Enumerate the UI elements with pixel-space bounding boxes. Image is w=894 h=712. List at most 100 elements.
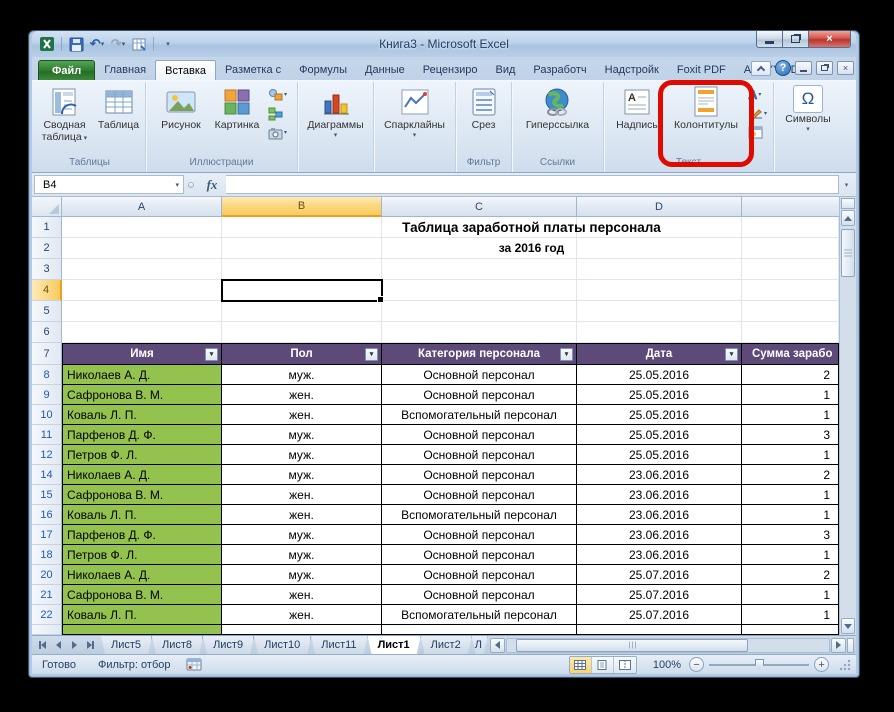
pivot-table-button[interactable]: Сводная таблица xyxy=(36,83,94,157)
row-header[interactable]: 1 xyxy=(32,217,62,238)
cell[interactable] xyxy=(577,280,742,301)
cell-date[interactable]: 25.07.2016 xyxy=(577,585,742,605)
cell-amount[interactable]: 3 xyxy=(742,525,839,545)
cell-gender[interactable]: муж. xyxy=(222,545,382,565)
cell[interactable] xyxy=(62,301,222,322)
cell-date[interactable]: 25.05.2016 xyxy=(577,425,742,445)
cell[interactable] xyxy=(62,238,222,259)
hscroll-left-icon[interactable] xyxy=(490,638,505,653)
undo-icon[interactable]: ↶▾ xyxy=(88,35,106,53)
header-category[interactable]: Категория персонала xyxy=(382,343,577,365)
cell-name[interactable]: Сафронова В. М. xyxy=(62,385,222,405)
picture-button[interactable]: Рисунок xyxy=(154,83,208,157)
cell-amount[interactable]: 1 xyxy=(742,585,839,605)
row-header[interactable]: 6 xyxy=(32,322,62,343)
cell-category[interactable]: Основной персонал xyxy=(382,365,577,385)
vertical-scrollbar[interactable] xyxy=(839,197,856,635)
cell[interactable] xyxy=(577,217,742,238)
filter-dropdown-icon[interactable] xyxy=(725,348,738,361)
cell[interactable] xyxy=(382,280,577,301)
cell[interactable] xyxy=(742,238,839,259)
cell[interactable] xyxy=(742,280,839,301)
cell-category[interactable]: Основной персонал xyxy=(382,585,577,605)
row-header-selected[interactable]: 4 xyxy=(32,280,62,301)
cell-date[interactable]: 23.06.2016 xyxy=(577,545,742,565)
cell[interactable] xyxy=(222,322,382,343)
row-header[interactable]: 12 xyxy=(32,445,62,465)
hyperlink-button[interactable]: Гиперссылка xyxy=(515,83,601,157)
cell-gender[interactable]: жен. xyxy=(222,605,382,625)
cell-name[interactable]: Сафронова В. М. xyxy=(62,485,222,505)
column-header-e[interactable] xyxy=(742,197,839,217)
scroll-down-icon[interactable] xyxy=(841,618,855,634)
cell-gender[interactable]: муж. xyxy=(222,445,382,465)
cell-category[interactable]: Основной персонал xyxy=(382,385,577,405)
cell-name[interactable]: Петров Ф. Л. xyxy=(62,445,222,465)
cell-gender[interactable]: муж. xyxy=(222,425,382,445)
filter-dropdown-icon[interactable] xyxy=(560,348,573,361)
sheet-tab[interactable]: Лист5 xyxy=(101,636,152,654)
tab-file[interactable]: Файл xyxy=(38,60,95,80)
cell-amount[interactable]: 2 xyxy=(742,465,839,485)
header-name[interactable]: Имя xyxy=(62,343,222,365)
wordart-button[interactable]: А▾ xyxy=(748,86,767,103)
cell-category[interactable]: Основной персонал xyxy=(382,565,577,585)
redo-icon[interactable]: ↷▾ xyxy=(109,35,127,53)
cell[interactable] xyxy=(382,238,577,259)
formula-input[interactable] xyxy=(226,175,839,194)
cell[interactable] xyxy=(742,259,839,280)
cell-gender[interactable]: жен. xyxy=(222,405,382,425)
cell-amount[interactable]: 1 xyxy=(742,545,839,565)
name-box-resizer[interactable] xyxy=(184,175,198,194)
cell[interactable] xyxy=(62,217,222,238)
excel-logo-icon[interactable] xyxy=(38,35,56,53)
cell-category[interactable]: Основной персонал xyxy=(382,465,577,485)
sheet-tab[interactable]: Лист11 xyxy=(311,636,367,654)
cell-category[interactable]: Вспомогательный персонал xyxy=(382,605,577,625)
cell[interactable] xyxy=(62,280,222,301)
expand-formula-bar-icon[interactable]: ▾ xyxy=(839,175,854,194)
cell-gender[interactable]: жен. xyxy=(222,505,382,525)
sparklines-button[interactable]: Спарклайны ▾ xyxy=(376,83,454,172)
row-header[interactable]: 7 xyxy=(32,343,62,365)
cell-category[interactable]: Основной персонал xyxy=(382,425,577,445)
tab-home[interactable]: Главная xyxy=(95,60,155,80)
sheet-tab-active[interactable]: Лист1 xyxy=(368,636,421,654)
row-header[interactable]: 8 xyxy=(32,365,62,385)
column-header-a[interactable]: A xyxy=(62,197,222,217)
cell-gender[interactable]: жен. xyxy=(222,485,382,505)
shapes-button[interactable]: ▾ xyxy=(268,86,287,103)
cell-gender[interactable]: жен. xyxy=(222,585,382,605)
cell-category[interactable]: Вспомогательный персонал xyxy=(382,405,577,425)
cell-date[interactable]: 23.06.2016 xyxy=(577,465,742,485)
qat-customize-icon[interactable]: ▾ xyxy=(159,35,177,53)
cell[interactable] xyxy=(577,259,742,280)
cell-amount[interactable]: 2 xyxy=(742,365,839,385)
cell-date[interactable]: 23.06.2016 xyxy=(577,525,742,545)
minimize-button[interactable] xyxy=(756,31,783,48)
cell-date[interactable]: 25.07.2016 xyxy=(577,565,742,585)
cell-name[interactable]: Петров Ф. Л. xyxy=(62,545,222,565)
cell[interactable] xyxy=(222,301,382,322)
header-amount[interactable]: Сумма зарабо xyxy=(742,343,839,365)
zoom-slider[interactable] xyxy=(709,664,809,666)
cell-amount[interactable]: 2 xyxy=(742,565,839,585)
page-break-view-icon[interactable] xyxy=(614,657,636,673)
row-header[interactable]: 5 xyxy=(32,301,62,322)
cell[interactable] xyxy=(62,322,222,343)
tab-page-layout[interactable]: Разметка с xyxy=(216,60,290,80)
cell-date[interactable]: 23.06.2016 xyxy=(577,505,742,525)
zoom-in-icon[interactable]: + xyxy=(814,657,829,672)
tab-foxit-pdf[interactable]: Foxit PDF xyxy=(668,60,735,80)
tab-review[interactable]: Рецензиро xyxy=(414,60,487,80)
cell[interactable] xyxy=(62,259,222,280)
cell-gender[interactable]: муж. xyxy=(222,465,382,485)
cell-name[interactable]: Коваль Л. П. xyxy=(62,405,222,425)
table-tool-icon[interactable] xyxy=(130,35,148,53)
row-header[interactable]: 22 xyxy=(32,605,62,625)
normal-view-icon[interactable] xyxy=(570,657,592,673)
cell-gender[interactable]: муж. xyxy=(222,525,382,545)
cell-amount[interactable]: 1 xyxy=(742,605,839,625)
row-header[interactable]: 20 xyxy=(32,565,62,585)
split-handle[interactable] xyxy=(841,198,855,209)
